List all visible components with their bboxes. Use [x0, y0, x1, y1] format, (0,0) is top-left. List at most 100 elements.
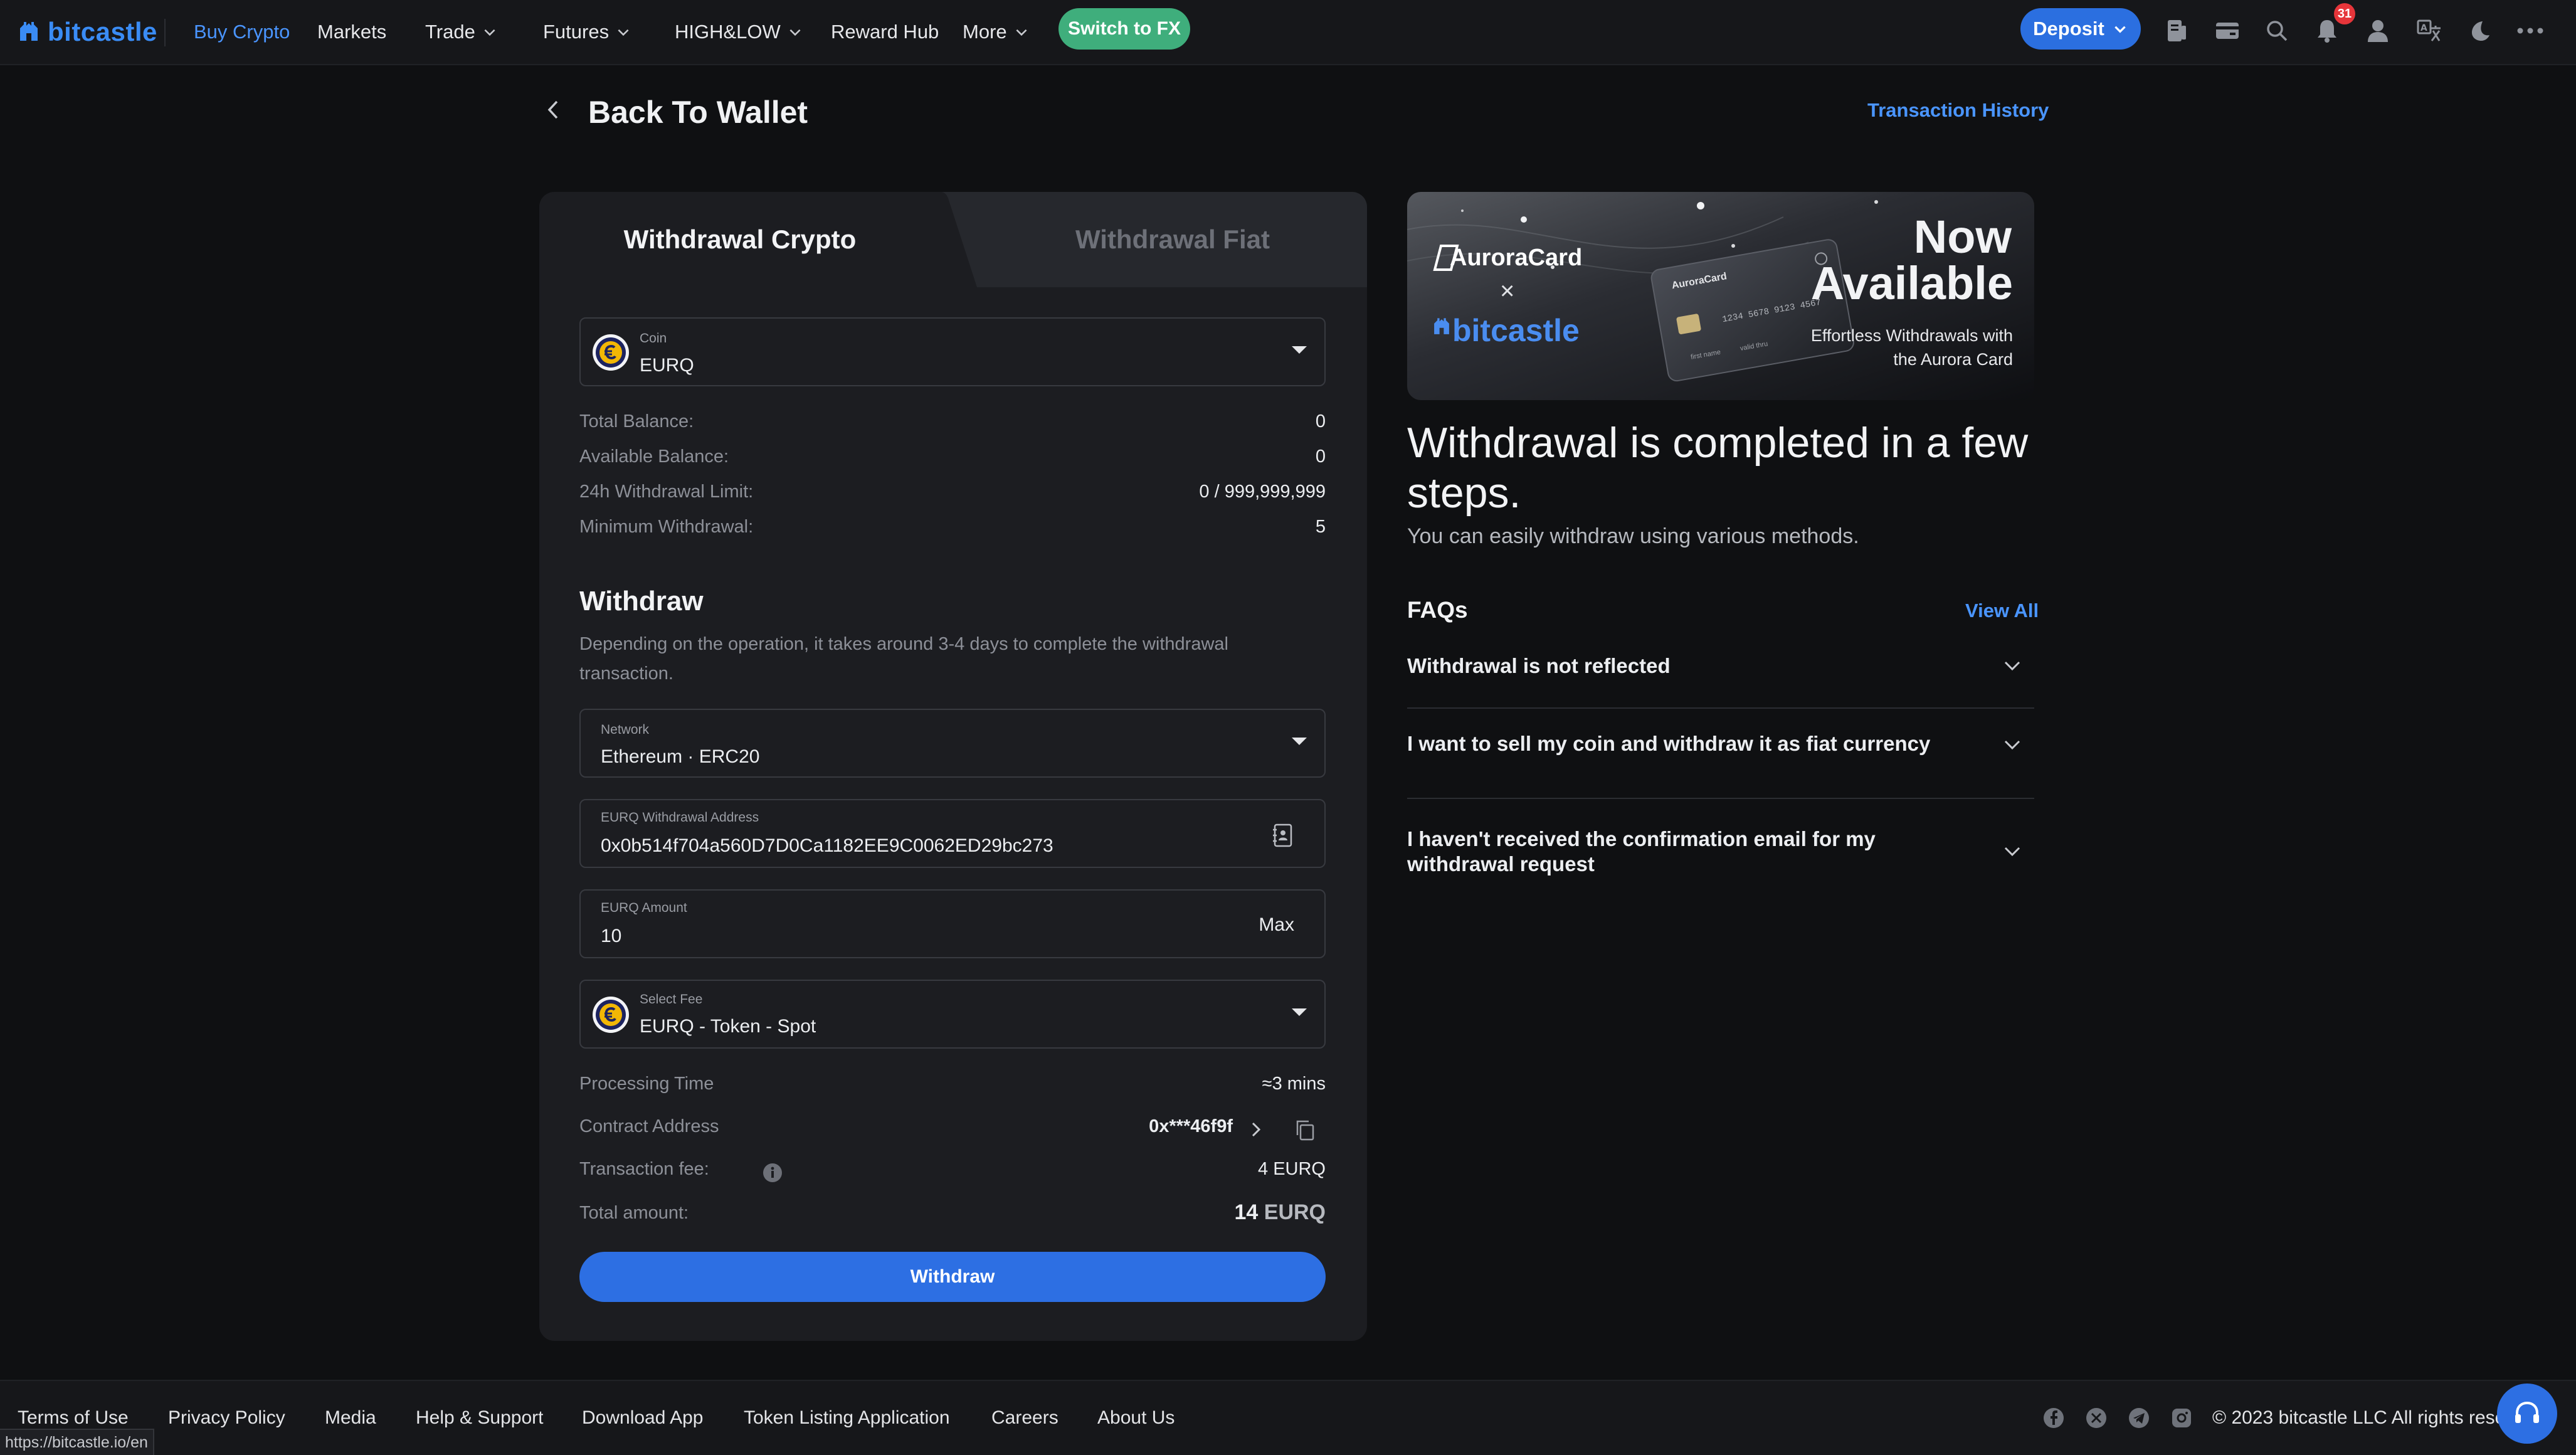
faq-title: FAQs: [1407, 597, 1468, 623]
nav-high-low[interactable]: HIGH&LOW: [675, 18, 803, 46]
withdraw-button[interactable]: Withdraw: [579, 1252, 1326, 1302]
processing-time-value: ≈3 mins: [1262, 1074, 1326, 1094]
coin-label: Coin: [640, 331, 667, 346]
network-select[interactable]: Network Ethereum · ERC20: [579, 709, 1326, 778]
deposit-label: Deposit: [2033, 18, 2104, 40]
wallet-icon[interactable]: [2212, 15, 2243, 46]
support-chat-button[interactable]: [2497, 1384, 2557, 1444]
total-amount-number: 14: [1234, 1200, 1259, 1224]
info-icon[interactable]: [763, 1163, 783, 1183]
tab-withdrawal-crypto[interactable]: Withdrawal Crypto: [539, 192, 941, 287]
nav-trade[interactable]: Trade: [425, 18, 498, 46]
nav-reward-hub[interactable]: Reward Hub: [831, 18, 939, 46]
tab-withdrawal-fiat[interactable]: Withdrawal Fiat: [941, 192, 1367, 287]
amount-value: 10: [601, 926, 622, 946]
faq-item[interactable]: Withdrawal is not reflected: [1407, 640, 2034, 709]
footer-token-listing-link[interactable]: Token Listing Application: [744, 1407, 950, 1429]
nav-markets[interactable]: Markets: [317, 18, 386, 46]
instagram-icon[interactable]: [2171, 1407, 2192, 1429]
telegram-icon[interactable]: [2128, 1407, 2150, 1429]
nav-label: Markets: [317, 21, 387, 43]
faq-item[interactable]: I haven't received the confirmation emai…: [1407, 798, 2034, 886]
nav-label: Reward Hub: [831, 21, 939, 43]
withdraw-section-title: Withdraw: [579, 586, 704, 616]
address-book-icon[interactable]: [1272, 823, 1294, 848]
orders-icon[interactable]: [2161, 15, 2192, 46]
amount-field[interactable]: EURQ Amount 10 Max: [579, 889, 1326, 958]
withdrawal-address-field[interactable]: EURQ Withdrawal Address 0x0b514f704a560D…: [579, 799, 1326, 868]
more-dots-icon[interactable]: [2515, 15, 2546, 46]
minimum-withdrawal-label: Minimum Withdrawal:: [579, 517, 754, 537]
nav-futures[interactable]: Futures: [543, 18, 631, 46]
banner-bitcastle: bitcastle: [1452, 313, 1580, 348]
footer-terms-link[interactable]: Terms of Use: [18, 1407, 129, 1429]
contract-address-row: Contract Address 0x***46f9f: [579, 1116, 1326, 1144]
withdraw-description: Depending on the operation, it takes aro…: [579, 634, 1228, 684]
max-button[interactable]: Max: [1259, 914, 1294, 936]
minimum-withdrawal-value: 5: [1315, 517, 1326, 537]
footer-careers-link[interactable]: Careers: [991, 1407, 1058, 1429]
tab-label: Withdrawal Fiat: [1075, 225, 1270, 254]
language-icon[interactable]: A: [2414, 15, 2445, 46]
x-icon[interactable]: [2086, 1407, 2107, 1429]
chevron-down-icon: [2004, 740, 2020, 750]
total-balance-row: Total Balance: 0: [579, 411, 1326, 439]
network-value: Ethereum · ERC20: [601, 746, 760, 767]
network-label: Network: [601, 722, 650, 737]
eurq-coin-icon: [593, 997, 629, 1033]
moon-icon[interactable]: [2464, 15, 2496, 46]
total-amount-label: Total amount:: [579, 1203, 689, 1223]
nav-more[interactable]: More: [963, 18, 1030, 46]
contract-address-value[interactable]: 0x***46f9f: [1149, 1116, 1233, 1137]
caret-down-icon: [1292, 738, 1307, 745]
contract-address-label: Contract Address: [579, 1116, 719, 1136]
banner-subtitle: Effortless Withdrawals with the Aurora C…: [1810, 326, 2013, 369]
transaction-history-link[interactable]: Transaction History: [1867, 99, 2049, 122]
total-amount-unit: EURQ: [1264, 1200, 1326, 1224]
top-nav: bitcastle Buy Crypto Markets Trade Futur…: [0, 0, 2576, 65]
address-value: 0x0b514f704a560D7D0Ca1182EE9C0062ED29bc2…: [601, 835, 1053, 856]
headset-icon: [2515, 1401, 2539, 1423]
available-balance-label: Available Balance:: [579, 447, 729, 467]
switch-to-fx-button[interactable]: Switch to FX: [1058, 8, 1190, 50]
back-to-wallet-title[interactable]: Back To Wallet: [588, 94, 808, 130]
deposit-button[interactable]: Deposit: [2020, 8, 2141, 50]
faq-question: Withdrawal is not reflected: [1407, 654, 1671, 677]
caret-down-icon: [1292, 346, 1307, 354]
withdrawal-limit-row: 24h Withdrawal Limit: 0 / 999,999,999: [579, 482, 1326, 509]
back-arrow-icon[interactable]: [539, 95, 568, 124]
faq-view-all-link[interactable]: View All: [1965, 600, 2039, 622]
status-bar-url: https://bitcastle.io/en: [0, 1429, 154, 1455]
footer-about-link[interactable]: About Us: [1097, 1407, 1175, 1429]
svg-text:A: A: [2420, 23, 2427, 33]
chevron-down-icon: [484, 29, 495, 36]
total-amount-row: Total amount: 14 EURQ: [579, 1200, 1326, 1230]
copy-icon[interactable]: [1294, 1119, 1316, 1141]
nav-label: Futures: [543, 21, 610, 43]
chevron-down-icon: [789, 29, 801, 36]
bitcastle-logo-icon: [1434, 318, 1449, 334]
processing-time-row: Processing Time ≈3 mins: [579, 1074, 1326, 1101]
withdrawal-limit-label: 24h Withdrawal Limit:: [579, 482, 754, 502]
banner-now: Now: [1913, 211, 2012, 263]
search-icon[interactable]: [2261, 15, 2293, 46]
footer-help-link[interactable]: Help & Support: [416, 1407, 543, 1429]
footer-privacy-link[interactable]: Privacy Policy: [168, 1407, 285, 1429]
chevron-down-icon: [618, 29, 629, 36]
faq-item[interactable]: I want to sell my coin and withdraw it a…: [1407, 707, 2034, 799]
caret-down-icon: [1292, 1008, 1307, 1016]
chevron-down-icon: [2004, 847, 2020, 857]
chevron-down-icon: [1016, 29, 1027, 36]
user-icon[interactable]: [2362, 15, 2394, 46]
logo[interactable]: bitcastle: [16, 14, 157, 50]
nav-divider: [164, 19, 166, 46]
footer-download-link[interactable]: Download App: [582, 1407, 703, 1429]
facebook-icon[interactable]: [2043, 1407, 2064, 1429]
coin-select[interactable]: Coin EURQ: [579, 317, 1326, 386]
footer-media-link[interactable]: Media: [325, 1407, 376, 1429]
chevron-right-icon[interactable]: [1248, 1120, 1264, 1139]
nav-buy-crypto[interactable]: Buy Crypto: [194, 18, 290, 46]
faq-question: I haven't received the confirmation emai…: [1407, 827, 1876, 876]
aurora-card-banner[interactable]: AuroraCard 1234 5678 9123 4567 first nam…: [1407, 192, 2034, 400]
fee-select[interactable]: Select Fee EURQ - Token - Spot: [579, 980, 1326, 1049]
